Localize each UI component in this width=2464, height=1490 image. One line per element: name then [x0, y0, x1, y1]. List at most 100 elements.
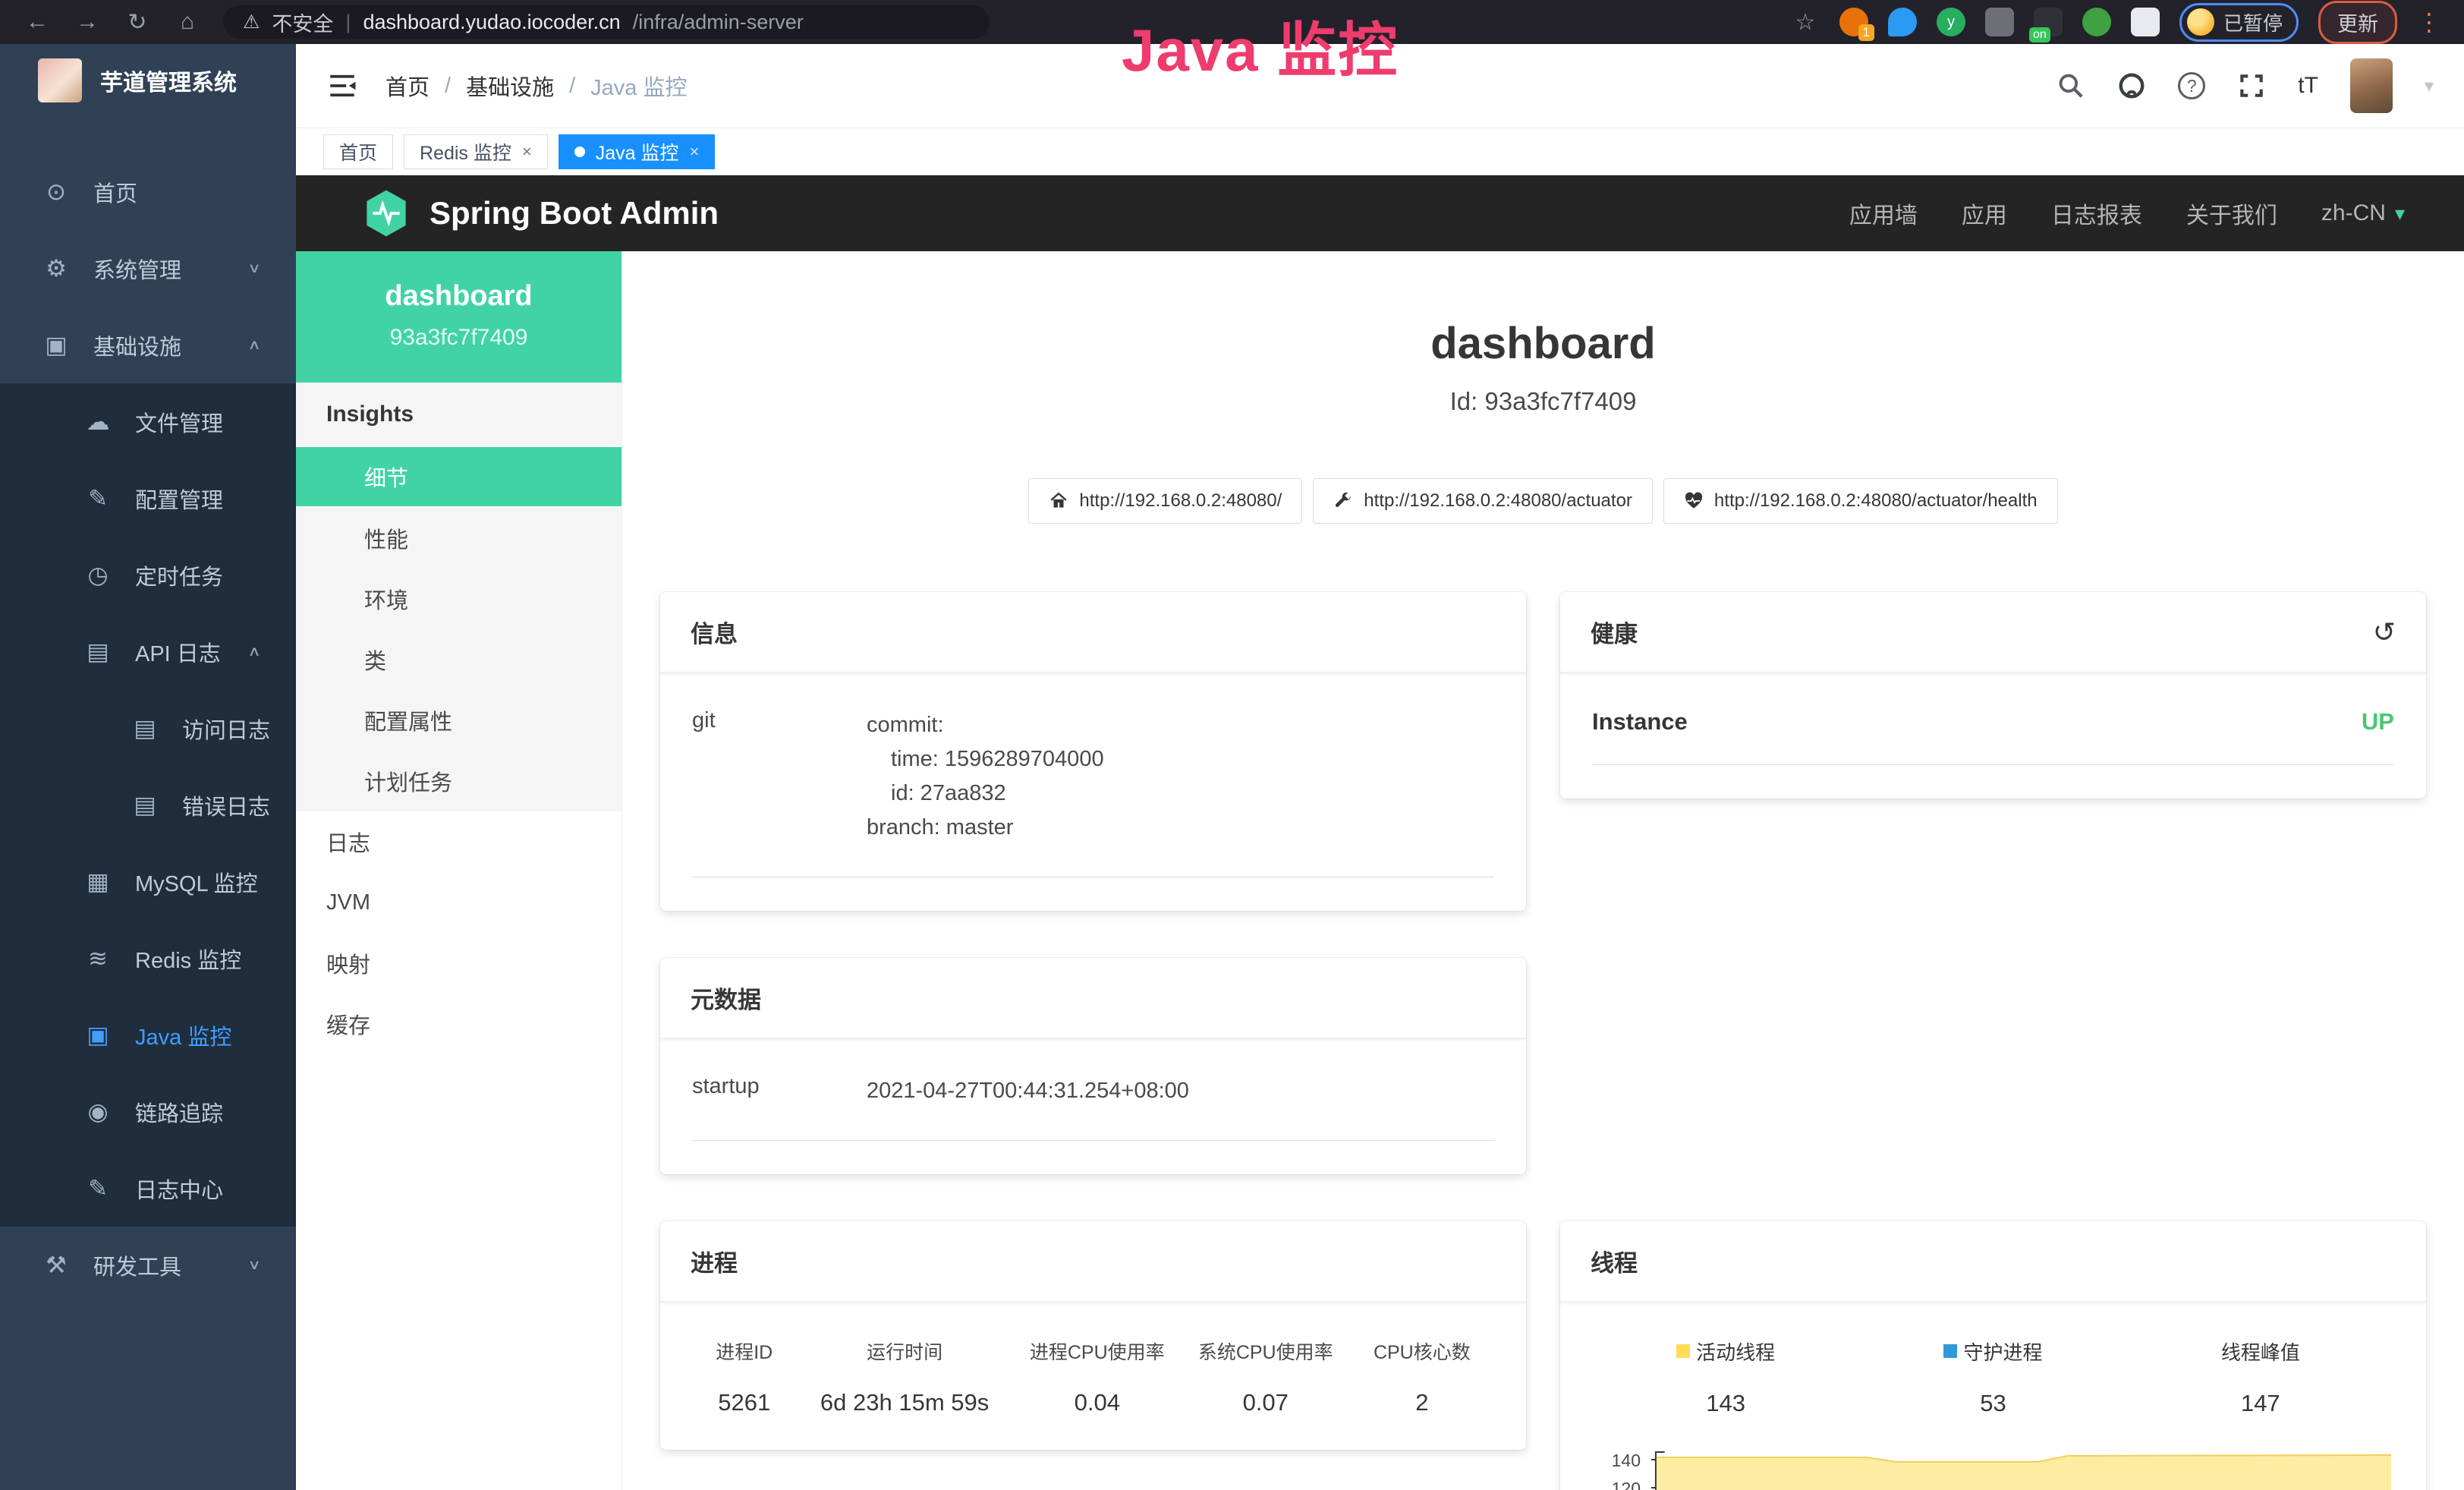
- process-header-cpu: 进程CPU使用率: [1013, 1337, 1182, 1365]
- breadcrumb-infra[interactable]: 基础设施: [466, 70, 554, 102]
- sidebar-item-java-monitor[interactable]: ▣ Java 监控: [0, 997, 296, 1073]
- legend-label: 守护进程: [1963, 1337, 2042, 1366]
- sba-nav-about[interactable]: 关于我们: [2186, 197, 2277, 230]
- sidebar-item-home[interactable]: ⊙ 首页: [0, 153, 296, 230]
- sidebar-item-redis[interactable]: ≋ Redis 监控: [0, 920, 296, 997]
- breadcrumb-home[interactable]: 首页: [385, 70, 430, 102]
- side-item-caches[interactable]: 缓存: [296, 994, 622, 1054]
- close-icon[interactable]: ×: [522, 142, 532, 162]
- log-icon: ▤: [83, 638, 112, 666]
- user-caret-icon[interactable]: ▾: [2425, 75, 2434, 97]
- extension-grid-icon[interactable]: [1985, 8, 2014, 36]
- tab-label: Redis 监控: [420, 138, 511, 165]
- sidebar-submenu: ☁ 文件管理 ✎ 配置管理 ◷ 定时任务 ▤ API 日志 ∧ ▤ 访问日志 ▤: [0, 383, 296, 1227]
- tags-bar: 首页 Redis 监控 × Java 监控 ×: [296, 128, 2464, 175]
- live-threads-value: 143: [1592, 1390, 1859, 1417]
- sba-nav-wallboard[interactable]: 应用墙: [1849, 197, 1918, 230]
- instance-header[interactable]: dashboard 93a3fc7f7409: [296, 251, 622, 383]
- sidebar-item-label: 文件管理: [135, 406, 223, 438]
- process-value-uptime: 6d 23h 15m 59s: [796, 1389, 1012, 1416]
- security-label[interactable]: 不安全: [272, 8, 333, 37]
- address-bar[interactable]: ⚠ 不安全 | dashboard.yudao.iocoder.cn/infra…: [223, 5, 990, 39]
- bookmark-star-icon[interactable]: ☆: [1791, 9, 1820, 36]
- health-card: 健康 ↺ Instance UP: [1560, 592, 2426, 799]
- side-item-metrics[interactable]: 性能: [296, 508, 622, 569]
- address-divider: |: [345, 11, 351, 34]
- paused-label: 已暂停: [2223, 8, 2283, 36]
- browser-forward-icon[interactable]: →: [73, 9, 102, 35]
- chrome-update-button[interactable]: 更新: [2318, 1, 2397, 44]
- actuator-url-button[interactable]: http://192.168.0.2:48080/actuator: [1313, 478, 1653, 524]
- app-logo-row[interactable]: 芋道管理系统: [0, 44, 296, 117]
- layers-icon: ≋: [83, 945, 112, 972]
- profile-paused-chip[interactable]: 已暂停: [2179, 3, 2299, 42]
- sidebar-item-error-log[interactable]: ▤ 错误日志: [0, 767, 296, 843]
- sidebar-item-jobs[interactable]: ◷ 定时任务: [0, 537, 296, 613]
- health-instance-label: Instance: [1592, 708, 1688, 736]
- info-git-row: git commit: time: 1596289704000 id: 27aa…: [692, 708, 1494, 877]
- side-item-details[interactable]: 细节: [296, 447, 622, 508]
- browser-reload-icon[interactable]: ↻: [123, 9, 152, 36]
- side-item-jvm[interactable]: JVM: [296, 872, 622, 933]
- sidebar-item-files[interactable]: ☁ 文件管理: [0, 383, 296, 460]
- user-avatar[interactable]: [2350, 58, 2393, 113]
- sidebar-fold-icon[interactable]: [326, 70, 358, 102]
- extension-switch-icon[interactable]: on: [2034, 8, 2063, 36]
- peak-threads-value: 147: [2127, 1390, 2394, 1417]
- locale-label: zh-CN: [2321, 200, 2386, 226]
- sidebar-item-infra[interactable]: ▣ 基础设施 ∧: [0, 307, 296, 383]
- log-icon: ▤: [131, 792, 159, 819]
- sidebar-item-tracing[interactable]: ◉ 链路追踪: [0, 1073, 296, 1150]
- extensions-puzzle-icon[interactable]: [2131, 8, 2160, 36]
- health-url-button[interactable]: http://192.168.0.2:48080/actuator/health: [1663, 478, 2058, 524]
- help-icon[interactable]: ?: [2178, 72, 2205, 99]
- sidebar-item-mysql[interactable]: ▦ MySQL 监控: [0, 843, 296, 920]
- browser-home-icon[interactable]: ⌂: [173, 9, 202, 35]
- spring-boot-admin-logo[interactable]: [364, 189, 408, 238]
- metadata-startup-row: startup 2021-04-27T00:44:31.254+08:00: [692, 1074, 1494, 1141]
- side-item-configprops[interactable]: 配置属性: [296, 690, 622, 751]
- search-icon[interactable]: [2056, 71, 2085, 100]
- sidebar-item-log-center[interactable]: ✎ 日志中心: [0, 1150, 296, 1227]
- health-instance-row[interactable]: Instance UP: [1592, 708, 2394, 765]
- sidebar-item-system[interactable]: ⚙ 系统管理 ∨: [0, 230, 296, 307]
- sba-locale-select[interactable]: zh-CN ▾: [2321, 200, 2405, 226]
- card-title: 线程: [1591, 1244, 1638, 1278]
- sidebar-item-label: 错误日志: [182, 789, 270, 821]
- history-icon[interactable]: ↺: [2373, 616, 2396, 648]
- tab-home[interactable]: 首页: [323, 134, 393, 169]
- sidebar-item-config[interactable]: ✎ 配置管理: [0, 460, 296, 537]
- browser-menu-icon[interactable]: ⋮: [2417, 8, 2441, 36]
- threads-chart-plot[interactable]: [1651, 1449, 2394, 1490]
- side-item-logs[interactable]: 日志: [296, 811, 622, 872]
- wrench-icon: [1333, 491, 1353, 511]
- sba-brand-title[interactable]: Spring Boot Admin: [430, 195, 719, 232]
- side-item-mappings[interactable]: 映射: [296, 933, 622, 994]
- sidebar-item-label: 定时任务: [135, 559, 223, 591]
- close-icon[interactable]: ×: [690, 142, 700, 162]
- heart-pulse-icon: [1684, 491, 1704, 511]
- sba-nav-applications[interactable]: 应用: [1962, 197, 2007, 230]
- side-item-scheduled-tasks[interactable]: 计划任务: [296, 751, 622, 811]
- sidebar-item-devtools[interactable]: ⚒ 研发工具 ∨: [0, 1227, 296, 1303]
- sidebar-item-access-log[interactable]: ▤ 访问日志: [0, 690, 296, 767]
- browser-back-icon[interactable]: ←: [23, 9, 52, 35]
- card-title: 健康: [1591, 615, 1638, 649]
- tab-java-monitor[interactable]: Java 监控 ×: [559, 134, 716, 169]
- chevron-up-icon: ∧: [247, 644, 261, 660]
- side-item-environment[interactable]: 环境: [296, 569, 622, 629]
- extension-pin-icon[interactable]: [1888, 8, 1917, 36]
- sba-nav-journal[interactable]: 日志报表: [2051, 197, 2142, 230]
- extension-leaf-icon[interactable]: [2082, 8, 2111, 36]
- fullscreen-icon[interactable]: [2237, 71, 2266, 100]
- github-icon[interactable]: [2117, 71, 2146, 100]
- side-item-classes[interactable]: 类: [296, 629, 622, 690]
- service-url-button[interactable]: http://192.168.0.2:48080/: [1028, 478, 1302, 524]
- text-size-icon[interactable]: tT: [2298, 73, 2318, 99]
- breadcrumb-separator: /: [445, 74, 451, 99]
- extension-orange-icon[interactable]: 1: [1839, 8, 1868, 36]
- extension-green-icon[interactable]: y: [1937, 8, 1965, 36]
- tab-redis-monitor[interactable]: Redis 监控 ×: [404, 134, 548, 169]
- url-path: /infra/admin-server: [633, 11, 804, 34]
- sidebar-item-api-log[interactable]: ▤ API 日志 ∧: [0, 613, 296, 690]
